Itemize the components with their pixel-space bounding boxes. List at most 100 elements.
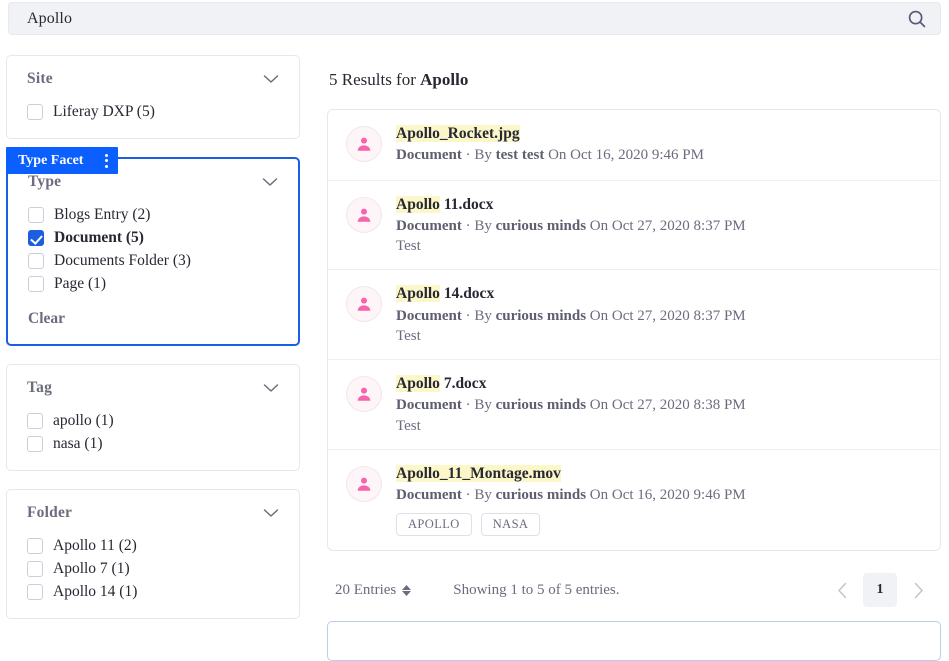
facet-sidebar: Site Liferay DXP (5) Type Blogs Entry (2… xyxy=(6,55,300,637)
result-item[interactable]: Apollo 7.docx Document · By curious mind… xyxy=(328,360,940,450)
result-separator: · xyxy=(461,147,475,164)
facet-clear-link[interactable]: Clear xyxy=(28,310,278,328)
user-avatar-icon xyxy=(346,196,382,233)
result-type: Document xyxy=(396,307,462,324)
result-separator: · xyxy=(461,218,475,234)
result-on-label: On xyxy=(586,486,612,503)
facet-option-label: Liferay DXP (5) xyxy=(53,103,155,120)
facet-header-folder[interactable]: Folder xyxy=(27,504,279,522)
facet-card-site: Site Liferay DXP (5) xyxy=(6,55,300,139)
checkbox[interactable] xyxy=(27,436,43,452)
result-type: Document xyxy=(396,397,462,414)
chevron-down-icon[interactable] xyxy=(263,508,279,518)
result-separator: · xyxy=(461,486,475,503)
search-icon[interactable] xyxy=(906,8,928,30)
result-type: Document xyxy=(396,147,462,164)
result-title[interactable]: Apollo 14.docx xyxy=(396,284,922,303)
result-by-label: By xyxy=(474,307,496,324)
result-by-label: By xyxy=(474,147,496,164)
checkbox[interactable] xyxy=(27,104,43,120)
result-body: Apollo_Rocket.jpg Document · By test tes… xyxy=(396,124,922,166)
result-author: curious minds xyxy=(495,307,587,324)
result-title[interactable]: Apollo 11.docx xyxy=(396,195,922,214)
result-separator: · xyxy=(461,307,475,324)
tag-chip[interactable]: APOLLO xyxy=(396,513,472,537)
result-item[interactable]: Apollo 11.docx Document · By curious min… xyxy=(328,181,940,271)
sort-updown-icon xyxy=(402,584,412,596)
chevron-right-icon[interactable] xyxy=(901,573,935,607)
result-by-label: By xyxy=(474,397,496,414)
result-author: curious minds xyxy=(495,218,587,234)
checkbox[interactable] xyxy=(27,584,43,600)
entries-per-page-selector[interactable]: 20 Entries xyxy=(335,582,412,599)
result-on-label: On xyxy=(586,307,612,324)
facet-option-label: apollo (1) xyxy=(53,412,114,429)
chevron-down-icon[interactable] xyxy=(262,177,278,187)
facet-option-label: Apollo 14 (1) xyxy=(53,583,138,600)
facet-option[interactable]: Documents Folder (3) xyxy=(28,251,278,271)
checkbox-checked[interactable] xyxy=(28,230,44,246)
user-avatar-icon xyxy=(346,375,382,412)
search-results-page: Apollo Site Liferay DXP (5) Type Blogs E… xyxy=(0,0,949,661)
chevron-down-icon[interactable] xyxy=(263,74,279,84)
facet-option[interactable]: Apollo 11 (2) xyxy=(27,536,279,556)
facet-options-tag: apollo (1) nasa (1) xyxy=(27,411,279,454)
result-item[interactable]: Apollo_11_Montage.mov Document · By curi… xyxy=(328,450,940,551)
result-body: Apollo 7.docx Document · By curious mind… xyxy=(396,374,922,435)
tag-chip[interactable]: NASA xyxy=(480,513,541,537)
result-title[interactable]: Apollo_11_Montage.mov xyxy=(396,464,922,483)
pagination-bar: 20 Entries Showing 1 to 5 of 5 entries. … xyxy=(327,573,941,608)
checkbox[interactable] xyxy=(27,413,43,429)
result-date: Oct 27, 2020 8:37 PM xyxy=(611,218,746,234)
result-on-label: On xyxy=(586,218,612,234)
user-avatar-icon xyxy=(346,465,382,502)
kebab-menu-icon[interactable] xyxy=(105,153,109,168)
results-column: 5 Results for Apollo Apollo_Rocket.jpg D… xyxy=(327,70,941,661)
result-description: Test xyxy=(396,327,421,344)
facet-option[interactable]: Blogs Entry (2) xyxy=(28,205,278,225)
result-author: test test xyxy=(495,147,545,164)
facet-option-label: Apollo 11 (2) xyxy=(53,537,137,554)
checkbox[interactable] xyxy=(27,538,43,554)
facet-header-tag[interactable]: Tag xyxy=(27,379,279,397)
facet-header-site[interactable]: Site xyxy=(27,70,279,88)
result-title-rest: 11.docx xyxy=(439,195,494,213)
chevron-left-icon[interactable] xyxy=(825,573,859,607)
result-item[interactable]: Apollo 14.docx Document · By curious min… xyxy=(328,270,940,360)
facet-options-type: Blogs Entry (2) Document (5) Documents F… xyxy=(28,205,278,294)
search-input[interactable]: Apollo xyxy=(8,2,941,35)
facet-option[interactable]: nasa (1) xyxy=(27,434,279,454)
result-body: Apollo 11.docx Document · By curious min… xyxy=(396,195,922,256)
type-facet-badge[interactable]: Type Facet xyxy=(6,147,119,174)
checkbox[interactable] xyxy=(27,561,43,577)
facet-option[interactable]: Page (1) xyxy=(28,274,278,294)
result-date: Oct 16, 2020 9:46 PM xyxy=(611,486,746,503)
result-title[interactable]: Apollo 7.docx xyxy=(396,374,922,393)
facet-option[interactable]: Document (5) xyxy=(28,228,278,248)
pagination-page-1[interactable]: 1 xyxy=(863,573,897,608)
showing-entries-text: Showing 1 to 5 of 5 entries. xyxy=(453,581,620,598)
result-date: Oct 27, 2020 8:37 PM xyxy=(611,307,746,324)
facet-header-type[interactable]: Type xyxy=(28,173,278,191)
result-by-label: By xyxy=(474,218,496,234)
result-description: Test xyxy=(396,238,421,255)
result-item[interactable]: Apollo_Rocket.jpg Document · By test tes… xyxy=(328,110,940,181)
facet-option[interactable]: apollo (1) xyxy=(27,411,279,431)
chevron-down-icon[interactable] xyxy=(263,383,279,393)
checkbox[interactable] xyxy=(28,207,44,223)
checkbox[interactable] xyxy=(28,276,44,292)
checkbox[interactable] xyxy=(28,253,44,269)
result-title[interactable]: Apollo_Rocket.jpg xyxy=(396,124,922,143)
facet-option[interactable]: Apollo 14 (1) xyxy=(27,582,279,602)
result-on-label: On xyxy=(544,147,571,164)
facet-option[interactable]: Liferay DXP (5) xyxy=(27,102,279,122)
result-title-highlight: Apollo_11_Montage.mov xyxy=(396,464,561,482)
result-title-rest: 14.docx xyxy=(439,285,495,303)
results-heading: 5 Results for Apollo xyxy=(329,70,941,90)
result-title-highlight: Apollo xyxy=(396,285,440,303)
facet-card-type: Type Blogs Entry (2) Document (5) Docume… xyxy=(6,157,300,346)
facet-option[interactable]: Apollo 7 (1) xyxy=(27,559,279,579)
results-heading-prefix: 5 Results for xyxy=(329,70,421,89)
facet-option-label: nasa (1) xyxy=(53,435,103,452)
facet-title-folder: Folder xyxy=(27,504,73,521)
